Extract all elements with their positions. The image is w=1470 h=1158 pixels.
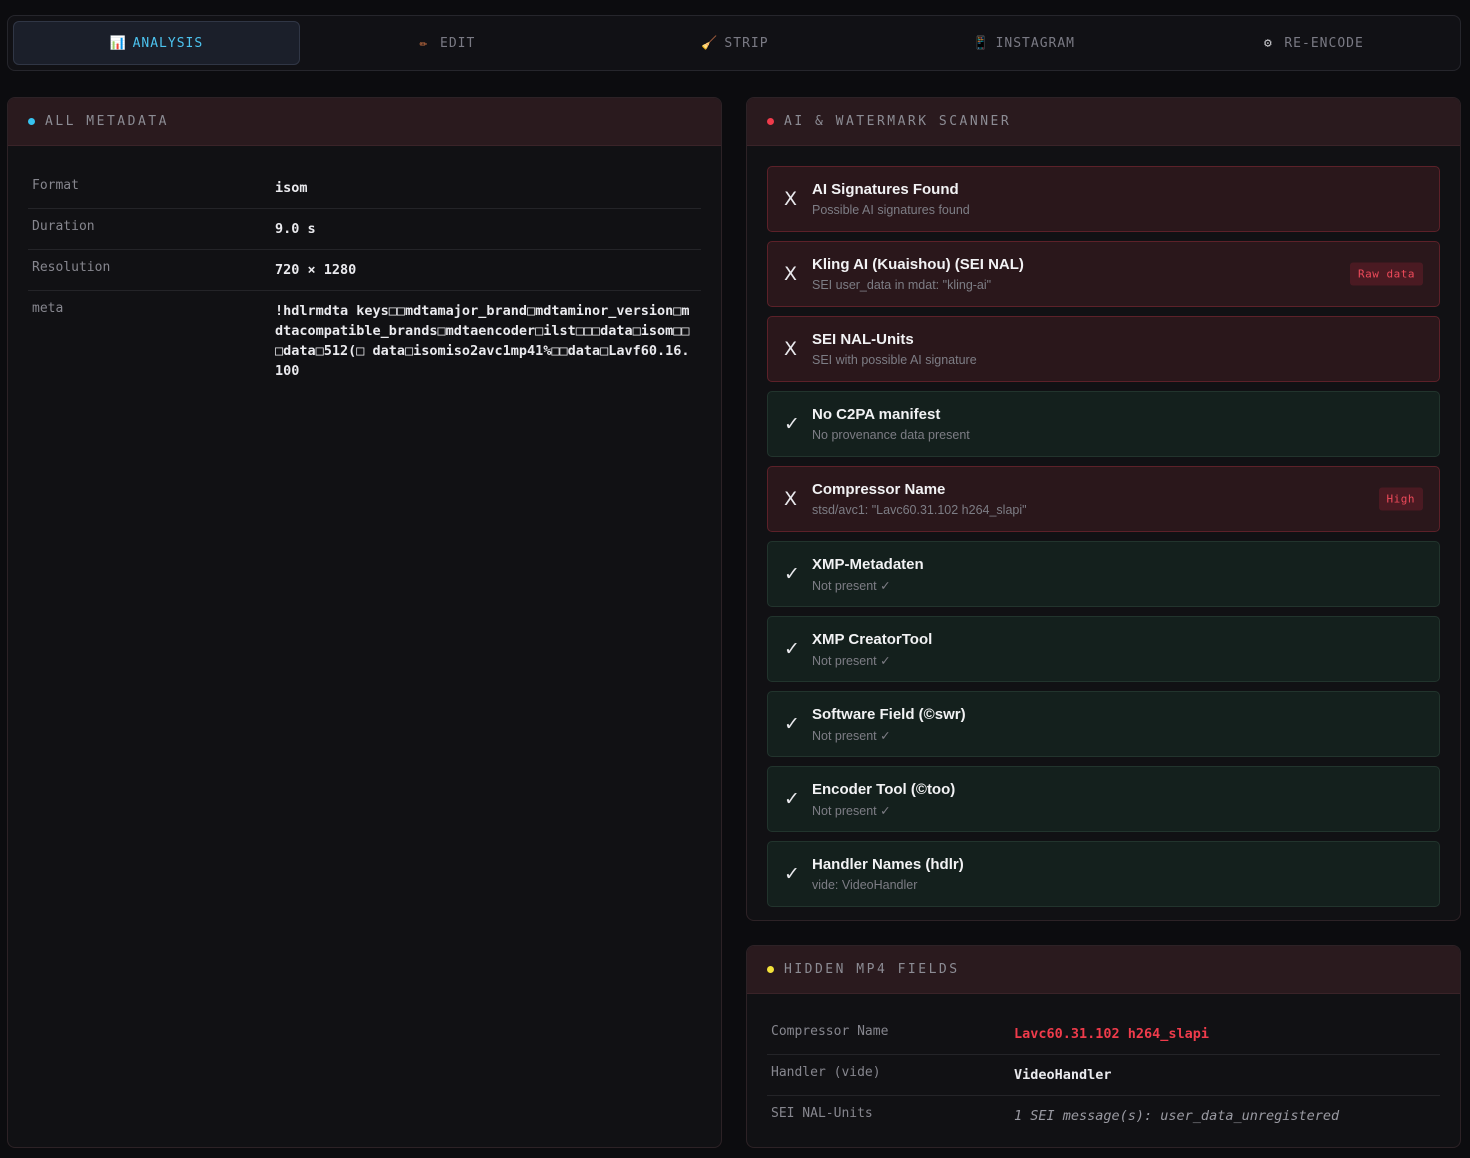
- scan-result-item: X AI Signatures Found Possible AI signat…: [767, 166, 1440, 232]
- scan-subtitle: vide: VideoHandler: [812, 878, 918, 892]
- table-row: Compressor Name Lavc60.31.102 h264_slapi: [767, 1014, 1440, 1055]
- scan-subtitle: SEI user_data in mdat: "kling-ai": [812, 278, 992, 292]
- table-row: Format isom: [28, 168, 701, 209]
- row-key: Resolution: [32, 260, 111, 275]
- tab-edit[interactable]: ✏ EDIT: [304, 21, 589, 65]
- severity-badge: High: [1378, 487, 1423, 511]
- scan-title: XMP-Metadaten: [812, 555, 924, 573]
- tab-label: ANALYSIS: [132, 35, 204, 51]
- scan-subtitle: Not present ✓: [812, 578, 891, 593]
- status-dot-icon: [767, 118, 774, 125]
- scan-result-item: ✓ XMP-Metadaten Not present ✓: [767, 541, 1440, 607]
- table-row: Duration 9.0 s: [28, 209, 701, 250]
- scan-title: Compressor Name: [812, 481, 946, 498]
- severity-badge: Raw data: [1350, 262, 1423, 286]
- gear-icon: ⚙: [1263, 35, 1273, 51]
- pencil-icon: ✏: [419, 35, 429, 51]
- fail-icon: X: [784, 488, 798, 510]
- check-icon: ✓: [784, 638, 800, 660]
- phone-icon: 📱: [972, 35, 990, 51]
- tab-label: EDIT: [440, 35, 476, 51]
- scan-result-item: ✓ Encoder Tool (©too) Not present ✓: [767, 766, 1440, 832]
- scan-result-item: ✓ XMP CreatorTool Not present ✓: [767, 616, 1440, 682]
- row-key: Compressor Name: [771, 1024, 889, 1039]
- scan-title: Kling AI (Kuaishou) (SEI NAL): [812, 256, 1024, 273]
- scan-title: Software Field (©swr): [812, 705, 966, 723]
- row-key: Duration: [32, 219, 95, 234]
- panel-header: HIDDEN MP4 FIELDS: [747, 946, 1460, 994]
- row-value: Lavc60.31.102 h264_slapi: [1014, 1026, 1210, 1042]
- row-value: VideoHandler: [1014, 1067, 1112, 1083]
- table-row: SEI NAL-Units 1 SEI message(s): user_dat…: [767, 1096, 1440, 1136]
- scan-title: SEI NAL-Units: [812, 331, 914, 348]
- scan-title: XMP CreatorTool: [812, 630, 933, 648]
- scan-results-list: X AI Signatures Found Possible AI signat…: [747, 146, 1460, 907]
- check-icon: ✓: [784, 713, 800, 735]
- scan-title: AI Signatures Found: [812, 181, 959, 198]
- row-value: 9.0 s: [275, 221, 316, 237]
- check-icon: ✓: [784, 863, 800, 885]
- status-dot-icon: [767, 966, 774, 973]
- row-key: meta: [32, 301, 64, 316]
- row-key: Format: [32, 178, 79, 193]
- scan-title: No C2PA manifest: [812, 406, 941, 423]
- scan-subtitle: Not present ✓: [812, 728, 891, 743]
- scan-title: Handler Names (hdlr): [812, 856, 964, 873]
- metadata-table: Format isom Duration 9.0 s Resolution 72…: [8, 146, 721, 391]
- tab-strip[interactable]: 🧹 STRIP: [593, 21, 878, 65]
- scan-result-item: X Kling AI (Kuaishou) (SEI NAL) SEI user…: [767, 241, 1440, 307]
- panel-header: AI & WATERMARK SCANNER: [747, 98, 1460, 146]
- scan-result-item: ✓ Software Field (©swr) Not present ✓: [767, 691, 1440, 757]
- row-value: 720 × 1280: [275, 262, 357, 278]
- table-row: meta !hdlrmdta keys□□mdtamajor_brand□mdt…: [28, 291, 701, 391]
- row-value: !hdlrmdta keys□□mdtamajor_brand□mdtamino…: [275, 303, 690, 379]
- all-metadata-panel: ALL METADATA Format isom Duration 9.0 s …: [7, 97, 722, 1148]
- check-icon: ✓: [784, 788, 800, 810]
- panel-title: ALL METADATA: [45, 114, 169, 129]
- fail-icon: X: [784, 263, 798, 285]
- scan-result-item: X SEI NAL-Units SEI with possible AI sig…: [767, 316, 1440, 382]
- fail-icon: X: [784, 188, 798, 210]
- scan-title: Encoder Tool (©too): [812, 780, 956, 798]
- scan-subtitle: Not present ✓: [812, 653, 891, 668]
- scan-subtitle: SEI with possible AI signature: [812, 353, 977, 367]
- scan-subtitle: stsd/avc1: "Lavc60.31.102 h264_slapi": [812, 503, 1027, 517]
- chart-icon: 📊: [109, 35, 127, 51]
- mode-tab-bar: 📊 ANALYSIS ✏ EDIT 🧹 STRIP 📱 INSTAGRAM ⚙ …: [7, 15, 1461, 71]
- check-icon: ✓: [784, 413, 800, 435]
- scan-subtitle: No provenance data present: [812, 428, 970, 442]
- scan-subtitle: Possible AI signatures found: [812, 203, 970, 217]
- row-key: Handler (vide): [771, 1065, 881, 1080]
- panel-header: ALL METADATA: [8, 98, 721, 146]
- ai-watermark-scanner-panel: AI & WATERMARK SCANNER X AI Signatures F…: [746, 97, 1461, 921]
- row-key: SEI NAL-Units: [771, 1106, 873, 1121]
- panel-title: AI & WATERMARK SCANNER: [784, 114, 1012, 129]
- scan-result-item: ✓ No C2PA manifest No provenance data pr…: [767, 391, 1440, 457]
- scan-result-item: ✓ Handler Names (hdlr) vide: VideoHandle…: [767, 841, 1440, 907]
- row-value: 1 SEI message(s): user_data_unregistered: [1014, 1108, 1340, 1124]
- tab-label: STRIP: [724, 35, 769, 51]
- table-row: Handler (vide) VideoHandler: [767, 1055, 1440, 1096]
- scan-subtitle: Not present ✓: [812, 803, 891, 818]
- tab-instagram[interactable]: 📱 INSTAGRAM: [881, 21, 1166, 65]
- broom-icon: 🧹: [701, 35, 719, 51]
- status-dot-icon: [28, 118, 35, 125]
- tab-label: RE-ENCODE: [1284, 35, 1364, 51]
- tab-re-encode[interactable]: ⚙ RE-ENCODE: [1170, 21, 1455, 65]
- hidden-mp4-fields-panel: HIDDEN MP4 FIELDS Compressor Name Lavc60…: [746, 945, 1461, 1148]
- row-value: isom: [275, 180, 308, 196]
- panel-title: HIDDEN MP4 FIELDS: [784, 962, 960, 977]
- check-icon: ✓: [784, 563, 800, 585]
- table-row: Resolution 720 × 1280: [28, 250, 701, 291]
- tab-label: INSTAGRAM: [995, 35, 1076, 51]
- fail-icon: X: [784, 338, 798, 360]
- hidden-fields-table: Compressor Name Lavc60.31.102 h264_slapi…: [747, 994, 1460, 1136]
- tab-analysis[interactable]: 📊 ANALYSIS: [13, 21, 300, 65]
- scan-result-item: X Compressor Name stsd/avc1: "Lavc60.31.…: [767, 466, 1440, 532]
